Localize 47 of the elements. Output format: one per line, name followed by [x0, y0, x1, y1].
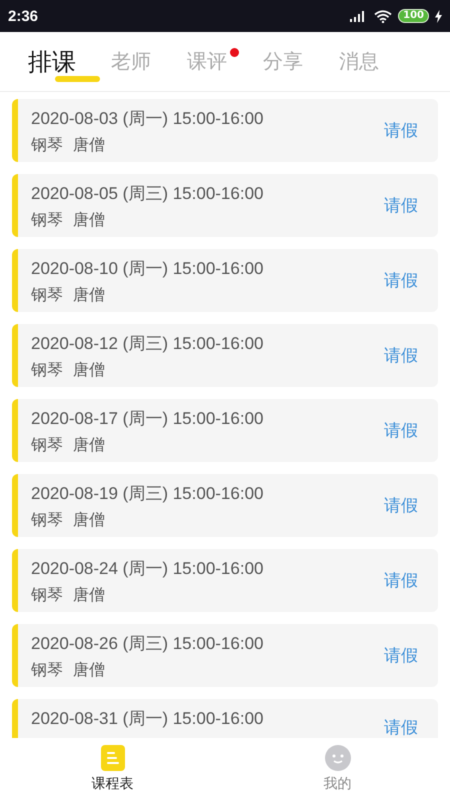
- leave-button[interactable]: 请假: [384, 494, 418, 517]
- tab[interactable]: 课评: [187, 48, 227, 75]
- leave-button[interactable]: 请假: [384, 716, 418, 738]
- lesson-datetime: 2020-08-24 (周一) 15:00-16:00: [31, 558, 264, 580]
- document-icon: [100, 745, 124, 771]
- course-name: 钢琴: [31, 585, 63, 606]
- nav-item[interactable]: 课程表: [0, 738, 225, 800]
- leave-button[interactable]: 请假: [384, 119, 418, 142]
- teacher-name: 唐僧: [73, 435, 105, 456]
- lesson-datetime: 2020-08-10 (周一) 15:00-16:00: [31, 258, 264, 280]
- leave-button[interactable]: 请假: [384, 419, 418, 442]
- teacher-name: 唐僧: [73, 510, 105, 531]
- course-name: 钢琴: [31, 285, 63, 306]
- tab[interactable]: 排课: [28, 46, 76, 78]
- teacher-name: 唐僧: [73, 585, 105, 606]
- lesson-datetime: 2020-08-12 (周三) 15:00-16:00: [31, 333, 264, 355]
- lesson-datetime: 2020-08-05 (周三) 15:00-16:00: [31, 183, 264, 205]
- leave-button[interactable]: 请假: [384, 569, 418, 592]
- leave-button[interactable]: 请假: [384, 344, 418, 367]
- lesson-datetime: 2020-08-26 (周三) 15:00-16:00: [31, 633, 264, 655]
- teacher-name: 唐僧: [73, 360, 105, 381]
- smiley-icon: [324, 745, 350, 771]
- status-time: 2:36: [8, 8, 38, 24]
- course-name: 钢琴: [31, 360, 63, 381]
- lesson-datetime: 2020-08-03 (周一) 15:00-16:00: [31, 108, 264, 130]
- leave-button[interactable]: 请假: [384, 194, 418, 217]
- leave-button[interactable]: 请假: [384, 644, 418, 667]
- course-name: 钢琴: [31, 135, 63, 156]
- lesson-datetime: 2020-08-31 (周一) 15:00-16:00: [31, 708, 264, 730]
- lesson-datetime: 2020-08-17 (周一) 15:00-16:00: [31, 408, 264, 430]
- wifi-icon: [374, 10, 392, 22]
- tab[interactable]: 分享: [263, 48, 303, 75]
- tab[interactable]: 消息: [339, 48, 379, 75]
- teacher-name: 唐僧: [73, 210, 105, 231]
- nav-item[interactable]: 我的: [225, 738, 450, 800]
- teacher-name: 唐僧: [73, 660, 105, 681]
- tab[interactable]: 老师: [111, 48, 151, 75]
- course-name: 钢琴: [31, 510, 63, 531]
- course-name: 钢琴: [31, 660, 63, 681]
- course-name: 钢琴: [31, 435, 63, 456]
- teacher-name: 唐僧: [73, 285, 105, 306]
- teacher-name: 唐僧: [73, 135, 105, 156]
- charging-icon: [435, 10, 442, 22]
- lesson-datetime: 2020-08-19 (周三) 15:00-16:00: [31, 483, 264, 505]
- battery-level: 100: [398, 9, 429, 23]
- course-name: 钢琴: [31, 210, 63, 231]
- leave-button[interactable]: 请假: [384, 269, 418, 292]
